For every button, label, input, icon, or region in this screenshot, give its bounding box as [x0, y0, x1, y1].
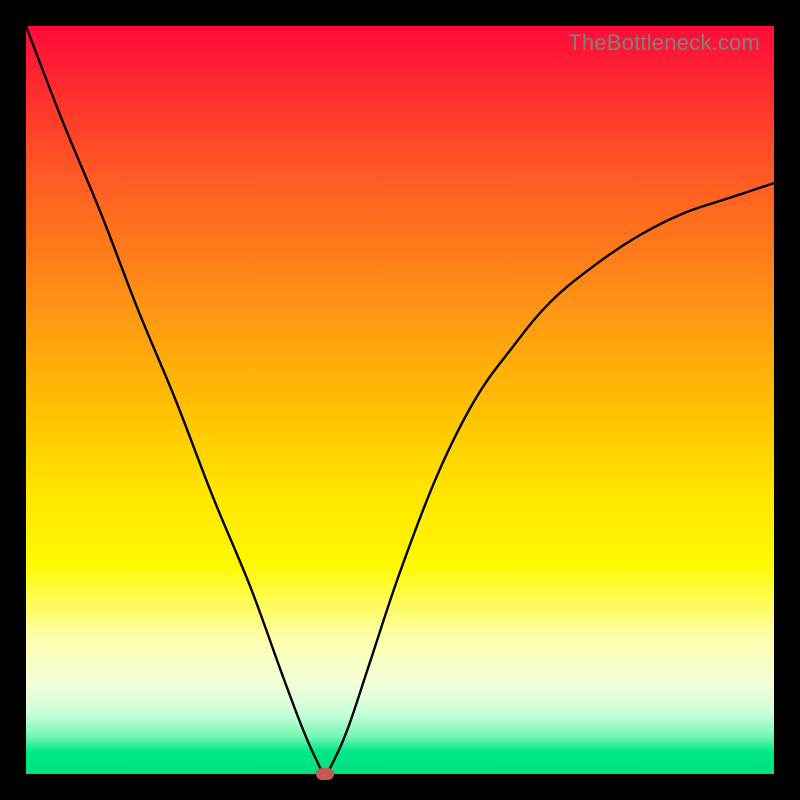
optimal-point-marker — [316, 768, 334, 780]
plot-area: TheBottleneck.com — [26, 26, 774, 774]
watermark-text: TheBottleneck.com — [568, 30, 760, 56]
bottleneck-curve — [26, 26, 774, 774]
chart-frame: TheBottleneck.com — [0, 0, 800, 800]
curve-path — [26, 26, 774, 774]
